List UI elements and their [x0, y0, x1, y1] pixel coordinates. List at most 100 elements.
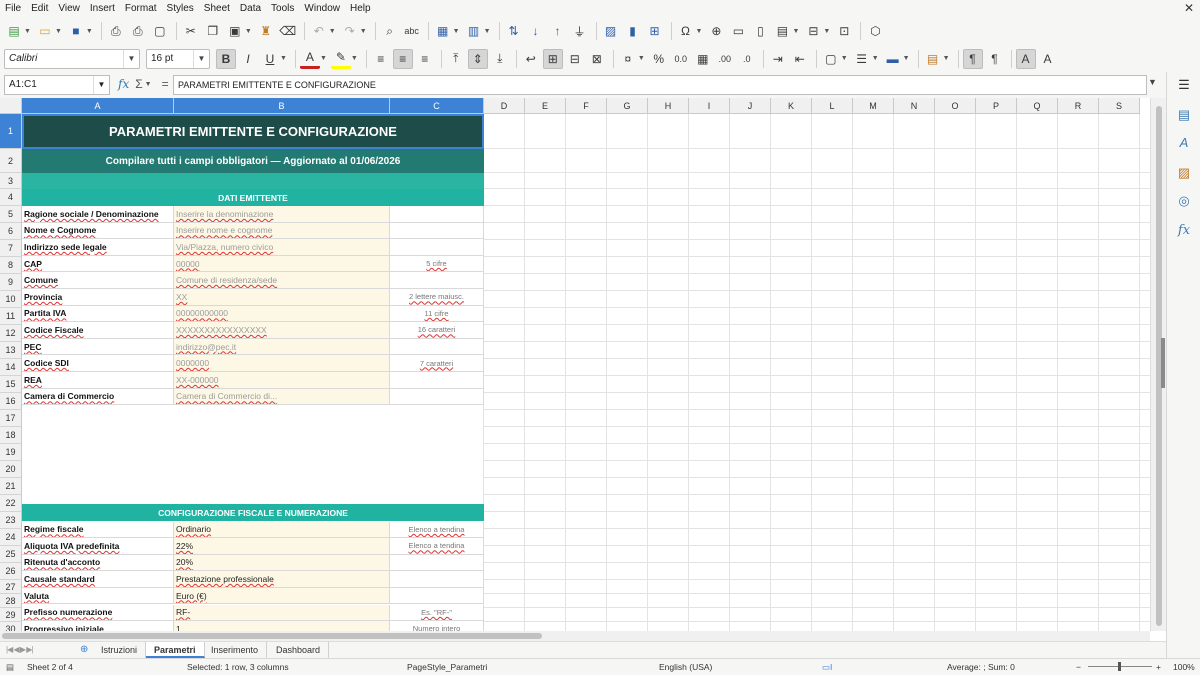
gallery-icon[interactable]: ▨	[1175, 164, 1193, 182]
hyperlink-icon[interactable]: ⊕	[706, 21, 726, 41]
row-header-13[interactable]: 13	[0, 342, 22, 359]
field-value[interactable]: 20%	[174, 554, 390, 572]
function-wizard-icon[interactable]: fx	[118, 77, 129, 91]
field-value[interactable]: Camera di Commercio di...	[174, 388, 390, 406]
column-header-o[interactable]: O	[935, 98, 976, 114]
align-bottom-icon[interactable]: ⤓	[490, 49, 510, 69]
functions-icon[interactable]: fx	[1175, 222, 1193, 240]
sum-icon[interactable]: Σ	[135, 77, 142, 91]
sheet-tab-dashboard[interactable]: Dashboard	[268, 642, 330, 658]
styles-icon[interactable]: A	[1175, 134, 1193, 152]
insert-image-icon[interactable]: ▨	[601, 21, 621, 41]
chevron-down-icon[interactable]: ▼	[145, 81, 152, 88]
row-header-18[interactable]: 18	[0, 427, 22, 444]
column-header-n[interactable]: N	[894, 98, 935, 114]
chevron-down-icon[interactable]: ▼	[320, 55, 327, 62]
add-sheet-icon[interactable]: ⊕	[80, 644, 88, 655]
menu-item-insert[interactable]: Insert	[85, 0, 120, 17]
row-header-20[interactable]: 20	[0, 461, 22, 478]
highlight-color-icon[interactable]: ✎	[330, 49, 351, 69]
chevron-down-icon[interactable]: ▼	[696, 28, 703, 35]
row-icon[interactable]: ▦	[433, 21, 453, 41]
row-header-8[interactable]: 8	[0, 257, 22, 274]
menu-item-tools[interactable]: Tools	[266, 0, 299, 17]
row-header-19[interactable]: 19	[0, 444, 22, 461]
new-document-icon[interactable]: ▤	[4, 21, 24, 41]
row-header-4[interactable]: 4	[0, 189, 22, 206]
field-value[interactable]: Prestazione professionale	[174, 571, 390, 588]
select-all-corner[interactable]	[0, 98, 22, 114]
font-color-icon[interactable]: A	[299, 49, 320, 69]
menu-item-help[interactable]: Help	[345, 0, 376, 17]
bold-button[interactable]: B	[216, 48, 236, 69]
row-header-16[interactable]: 16	[0, 393, 22, 410]
row-header-27[interactable]: 27	[0, 580, 22, 594]
field-value[interactable]: Euro (€)	[174, 587, 390, 605]
merge-center-icon[interactable]: ⊞	[542, 48, 563, 69]
chevron-down-icon[interactable]: ▼	[484, 28, 491, 35]
chevron-down-icon[interactable]: ▼	[943, 55, 950, 62]
percent-format-icon[interactable]: %	[649, 49, 669, 69]
field-value[interactable]: 00000000000	[174, 305, 390, 323]
border-style-icon[interactable]: ☰	[852, 49, 872, 69]
row-header-17[interactable]: 17	[0, 410, 22, 427]
section-header-config[interactable]: CONFIGURAZIONE FISCALE E NUMERAZIONE	[22, 504, 484, 521]
column-header-q[interactable]: Q	[1017, 98, 1058, 114]
pivot-table-icon[interactable]: ⊞	[645, 21, 665, 41]
conditional-format-icon[interactable]: ▤	[923, 49, 943, 69]
field-value[interactable]: XX	[174, 289, 390, 306]
cut-icon[interactable]: ✂	[181, 21, 201, 41]
row-header-25[interactable]: 25	[0, 546, 22, 563]
chevron-down-icon[interactable]: ▼	[245, 28, 252, 35]
export-pdf-icon[interactable]: ⎙	[106, 21, 126, 41]
paste-icon[interactable]: ▣	[225, 21, 245, 41]
field-value[interactable]: Inserire la denominazione	[174, 206, 390, 223]
redo-icon[interactable]: ↷	[340, 21, 360, 41]
sidebar-resize-handle[interactable]	[1161, 338, 1165, 388]
copy-icon[interactable]: ❐	[203, 21, 223, 41]
column-header-m[interactable]: M	[853, 98, 894, 114]
horizontal-scrollbar[interactable]	[0, 631, 1150, 641]
row-header-24[interactable]: 24	[0, 529, 22, 546]
zoom-out-icon[interactable]: −	[1076, 662, 1081, 672]
zoom-level[interactable]: 100%	[1173, 662, 1195, 672]
insert-chart-icon[interactable]: ▮	[623, 21, 643, 41]
column-header-r[interactable]: R	[1058, 98, 1099, 114]
chevron-down-icon[interactable]: ▼	[872, 55, 879, 62]
chevron-down-icon[interactable]: ▼	[351, 55, 358, 62]
field-value[interactable]: RF-	[174, 604, 390, 622]
spreadsheet-grid[interactable]: ABCDEFGHIJKLMNOPQRS 1 2 3 4 5 6 7 8 9 10 11 12 13 14 1…	[0, 98, 1150, 631]
menu-item-view[interactable]: View	[53, 0, 85, 17]
column-header-g[interactable]: G	[607, 98, 648, 114]
vertical-scrollbar[interactable]	[1150, 98, 1166, 631]
row-header-14[interactable]: 14	[0, 359, 22, 376]
field-value[interactable]: Ordinario	[174, 521, 390, 539]
chevron-down-icon[interactable]: ▼	[55, 28, 62, 35]
row-header-28[interactable]: 28	[0, 594, 22, 608]
comment-icon[interactable]: ▭	[728, 21, 748, 41]
row-header-26[interactable]: 26	[0, 563, 22, 580]
add-decimal-icon[interactable]: .00	[715, 49, 735, 69]
column-header-k[interactable]: K	[771, 98, 812, 114]
text-direction-rtl-icon[interactable]: ¶	[985, 49, 1005, 69]
field-value[interactable]: 00000	[174, 255, 390, 273]
field-value[interactable]: XX-000000	[174, 372, 390, 389]
sort-icon[interactable]: ⇅	[504, 21, 524, 41]
align-right-icon[interactable]: ≡	[415, 49, 435, 69]
chevron-down-icon[interactable]: ▼	[453, 28, 460, 35]
column-header-b[interactable]: B	[174, 98, 390, 114]
menu-item-styles[interactable]: Styles	[162, 0, 199, 17]
sheet-tab-parametri[interactable]: Parametri	[146, 642, 205, 658]
chevron-down-icon[interactable]: ▼	[638, 55, 645, 62]
subtitle-cell[interactable]: Compilare tutti i campi obbligatori — Ag…	[22, 149, 484, 173]
freeze-rows-columns-icon[interactable]: ⊟	[803, 21, 823, 41]
column-header-c[interactable]: C	[390, 98, 484, 114]
show-draw-functions-icon[interactable]: ⬡	[865, 21, 885, 41]
merge-cells-icon[interactable]: ⊟	[565, 49, 585, 69]
field-value[interactable]: 1	[174, 621, 390, 631]
field-value[interactable]: Via/Piazza, numero civico	[174, 239, 390, 256]
number-format-icon[interactable]: 0.0	[671, 49, 691, 69]
border-color-icon[interactable]: ▬	[883, 49, 903, 69]
formula-input[interactable]: PARAMETRI EMITTENTE E CONFIGURAZIONE	[173, 75, 1147, 95]
delete-decimal-icon[interactable]: .0	[737, 49, 757, 69]
